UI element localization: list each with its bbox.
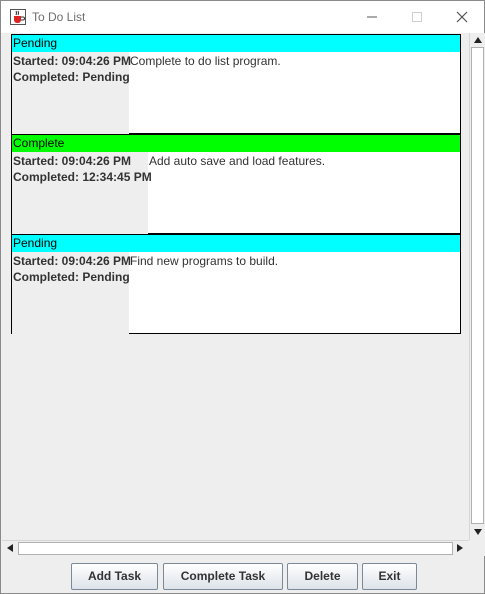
scroll-right-icon[interactable] bbox=[457, 544, 463, 552]
maximize-button[interactable] bbox=[394, 1, 440, 33]
task-completed: Completed: Pending bbox=[13, 270, 130, 284]
task-card[interactable]: Pending Started: 09:04:26 PM Completed: … bbox=[11, 34, 461, 134]
horizontal-scrollbar[interactable] bbox=[2, 540, 469, 556]
vertical-scroll-thumb[interactable] bbox=[471, 47, 484, 524]
exit-button[interactable]: Exit bbox=[362, 563, 417, 590]
task-list-viewport[interactable]: Pending Started: 09:04:26 PM Completed: … bbox=[2, 33, 469, 540]
vertical-scrollbar[interactable] bbox=[469, 33, 485, 540]
minimize-icon bbox=[367, 16, 377, 18]
scroll-down-icon[interactable] bbox=[474, 529, 482, 535]
window-title: To Do List bbox=[32, 10, 86, 24]
delete-button[interactable]: Delete bbox=[287, 563, 358, 590]
task-started: Started: 09:04:26 PM bbox=[13, 54, 132, 68]
task-completed: Completed: 12:34:45 PM bbox=[13, 170, 152, 184]
close-icon bbox=[456, 11, 468, 23]
scroll-up-icon[interactable] bbox=[474, 37, 482, 43]
add-task-button[interactable]: Add Task bbox=[71, 563, 158, 590]
task-card[interactable]: Complete Started: 09:04:26 PM Completed:… bbox=[11, 134, 461, 234]
title-bar[interactable]: To Do List bbox=[1, 1, 484, 33]
task-started: Started: 09:04:26 PM bbox=[13, 154, 132, 168]
minimize-button[interactable] bbox=[349, 1, 395, 33]
scroll-corner bbox=[469, 540, 485, 556]
task-status-header: Pending bbox=[12, 35, 460, 52]
maximize-icon bbox=[412, 12, 422, 22]
task-description: Add auto save and load features. bbox=[149, 154, 326, 168]
close-button[interactable] bbox=[439, 1, 485, 33]
task-meta: Started: 09:04:26 PM Completed: Pending bbox=[12, 252, 132, 334]
task-meta: Started: 09:04:26 PM Completed: 12:34:45… bbox=[12, 152, 152, 234]
task-completed: Completed: Pending bbox=[13, 70, 130, 84]
task-card[interactable]: Pending Started: 09:04:26 PM Completed: … bbox=[11, 234, 461, 334]
java-cup-icon bbox=[10, 9, 26, 25]
task-status-header: Complete bbox=[12, 135, 460, 152]
task-meta: Started: 09:04:26 PM Completed: Pending bbox=[12, 52, 132, 134]
task-description: Find new programs to build. bbox=[130, 254, 279, 268]
task-started: Started: 09:04:26 PM bbox=[13, 254, 132, 268]
task-status-header: Pending bbox=[12, 235, 460, 252]
app-window: To Do List Pending Started: 09:04:26 PM … bbox=[0, 0, 485, 594]
complete-task-button[interactable]: Complete Task bbox=[163, 563, 283, 590]
horizontal-scroll-thumb[interactable] bbox=[18, 542, 453, 555]
scroll-left-icon[interactable] bbox=[7, 544, 13, 552]
task-description: Complete to do list program. bbox=[130, 54, 281, 68]
